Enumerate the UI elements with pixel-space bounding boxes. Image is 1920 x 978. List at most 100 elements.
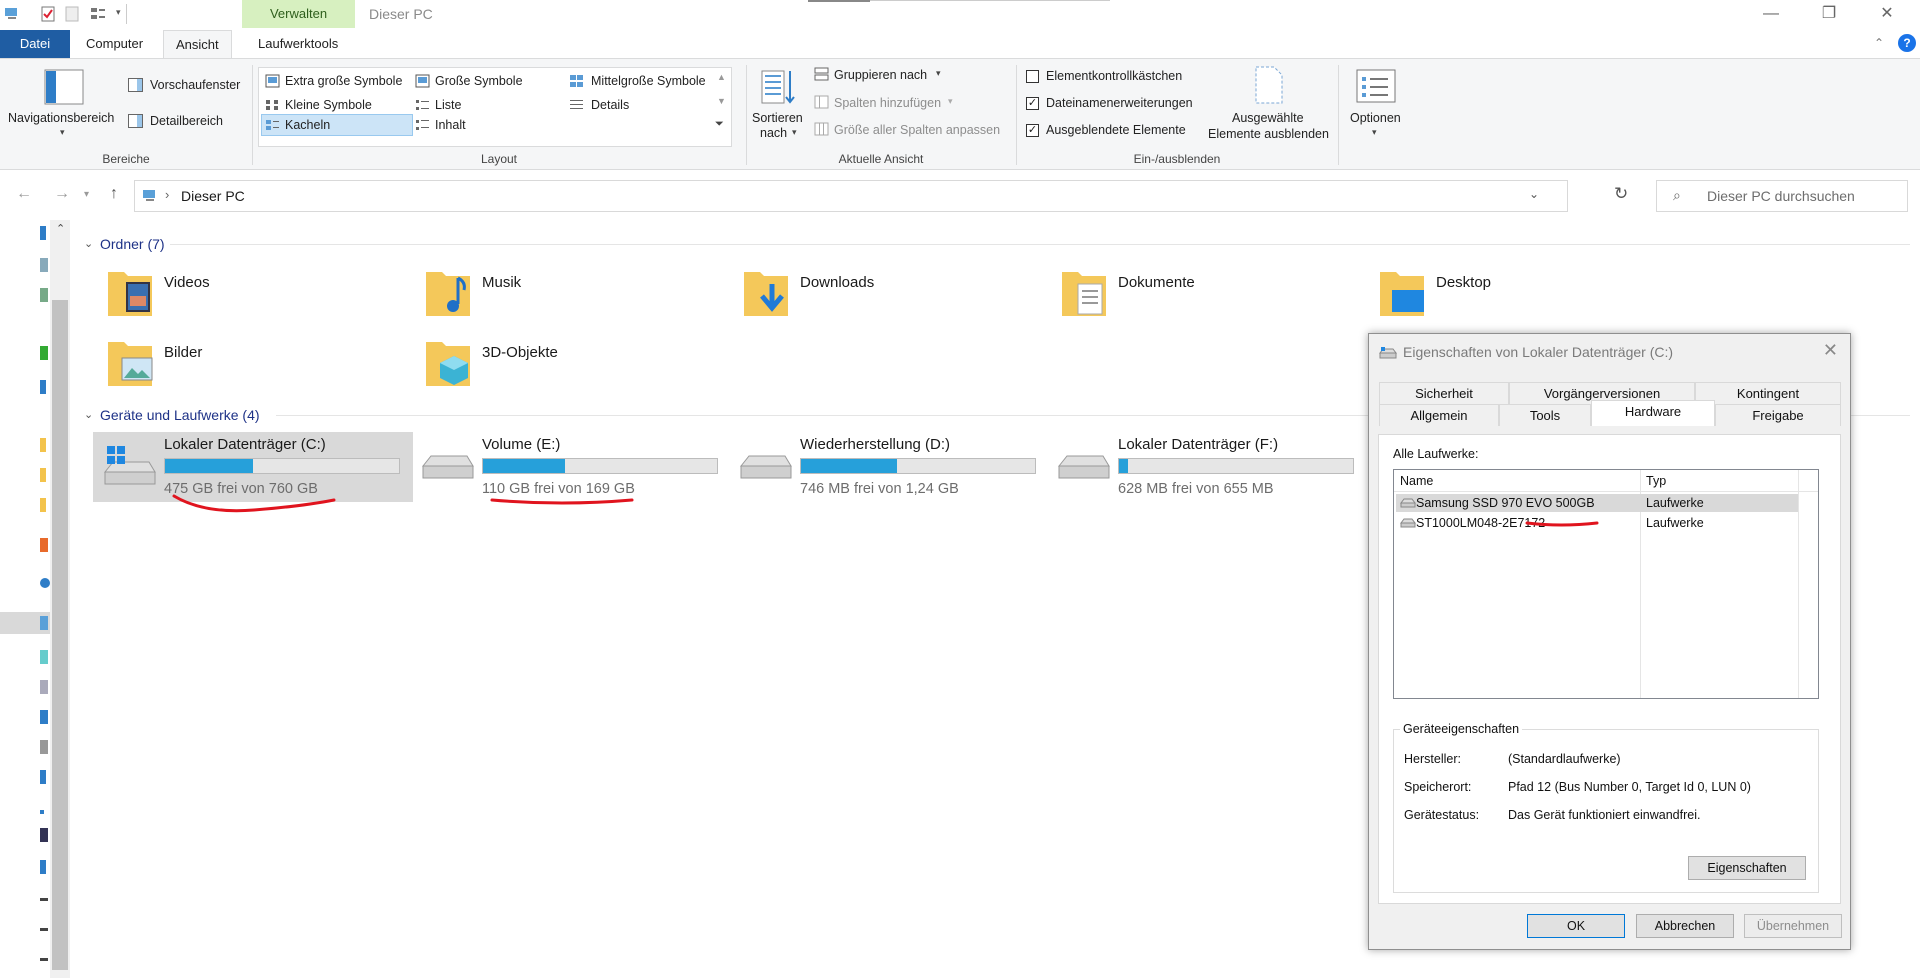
hide-selected-icon[interactable] <box>1254 65 1284 105</box>
forward-icon[interactable]: → <box>54 185 70 203</box>
folder-pin-icon[interactable] <box>40 258 48 272</box>
dialog-close-icon[interactable]: ✕ <box>1823 340 1838 361</box>
drive-tile-d[interactable]: Wiederherstellung (D:) 746 MB frei von 1… <box>729 432 1049 502</box>
minimize-button[interactable]: — <box>1748 0 1794 30</box>
layout-item[interactable]: Kleine Symbole <box>285 98 372 112</box>
cancel-button[interactable]: Abbrechen <box>1636 914 1734 938</box>
windows-icon[interactable] <box>40 380 46 394</box>
tree-icon[interactable] <box>40 346 48 360</box>
drive-icon[interactable] <box>40 958 48 961</box>
breadcrumb[interactable]: Dieser PC <box>181 188 245 204</box>
hide-selected-button-line2[interactable]: Elemente ausblenden <box>1208 127 1329 141</box>
expand-gallery-icon[interactable]: ⏷ <box>715 118 724 131</box>
drive-tile-e[interactable]: Volume (E:) 110 GB frei von 169 GB <box>411 432 731 502</box>
up-icon[interactable]: ↑ <box>110 185 118 203</box>
refresh-icon[interactable]: ↻ <box>1614 184 1628 204</box>
close-button[interactable]: ✕ <box>1864 0 1910 30</box>
desktop-icon[interactable] <box>40 710 48 724</box>
qat-view-icon[interactable] <box>90 6 106 22</box>
tab-drive-tools[interactable]: Laufwerktools <box>246 30 350 58</box>
collapse-chevron-icon[interactable]: ⌄ <box>84 237 93 250</box>
videos-icon[interactable] <box>40 828 48 842</box>
navigation-pane-button[interactable]: Navigationsbereich <box>8 111 114 125</box>
music-icon[interactable] <box>40 810 44 814</box>
layout-item[interactable]: Liste <box>435 98 461 112</box>
help-icon[interactable]: ? <box>1898 34 1916 52</box>
tab-computer[interactable]: Computer <box>74 30 155 58</box>
list-row-selected[interactable]: Samsung SSD 970 EVO 500GB Laufwerke <box>1396 494 1798 512</box>
extensions-checkbox[interactable]: ✓ <box>1026 97 1039 110</box>
navigation-pane-icon[interactable] <box>44 69 84 105</box>
3d-objects-icon[interactable] <box>40 650 48 664</box>
restore-button[interactable]: ❐ <box>1806 0 1852 30</box>
address-dropdown-icon[interactable]: ⌄ <box>1529 187 1539 201</box>
column-header-type[interactable]: Typ <box>1646 474 1666 488</box>
hidden-items-checkbox[interactable]: ✓ <box>1026 124 1039 137</box>
scroll-up-icon[interactable]: ⌃ <box>56 222 65 235</box>
pictures-icon[interactable] <box>40 680 48 694</box>
breadcrumb-chevron-icon[interactable]: › <box>165 187 169 202</box>
ok-button[interactable]: OK <box>1527 914 1625 938</box>
tab-tools[interactable]: Tools <box>1499 404 1591 426</box>
new-folder-icon[interactable] <box>64 6 80 22</box>
tab-general[interactable]: Allgemein <box>1379 404 1499 426</box>
chevron-down-icon[interactable]: ▾ <box>60 127 65 138</box>
collapse-ribbon-icon[interactable]: ⌃ <box>1874 36 1884 50</box>
drive-tile-f[interactable]: Lokaler Datenträger (F:) 628 MB frei von… <box>1047 432 1367 502</box>
details-pane-button[interactable]: Detailbereich <box>150 114 223 128</box>
drive-c-icon[interactable] <box>40 860 46 874</box>
recent-locations-icon[interactable]: ▾ <box>84 189 89 200</box>
drives-section-header[interactable]: Geräte und Laufwerke (4) <box>100 407 260 423</box>
hidden-items-label[interactable]: Ausgeblendete Elemente <box>1046 123 1186 137</box>
folder-pin-icon[interactable] <box>40 288 48 302</box>
quick-access-icon[interactable] <box>40 226 46 240</box>
apply-button[interactable]: Übernehmen <box>1744 914 1842 938</box>
layout-item[interactable]: Inhalt <box>435 118 466 132</box>
drives-list[interactable]: Name Typ Samsung SSD 970 EVO 500GB Laufw… <box>1393 469 1819 699</box>
layout-item[interactable]: Extra große Symbole <box>285 74 402 88</box>
layout-item[interactable]: Große Symbole <box>435 74 523 88</box>
extensions-label[interactable]: Dateinamenerweiterungen <box>1046 96 1193 110</box>
qat-dropdown-icon[interactable]: ▾ <box>116 7 121 18</box>
group-by-button[interactable]: Gruppieren nach <box>834 68 927 82</box>
folder-icon[interactable] <box>40 468 46 482</box>
layout-item[interactable]: Details <box>591 98 629 112</box>
column-header-name[interactable]: Name <box>1400 474 1433 488</box>
add-columns-button[interactable]: Spalten hinzufügen <box>834 96 941 110</box>
scroll-up-icon[interactable]: ▲ <box>717 72 726 82</box>
search-box[interactable]: ⌕ Dieser PC durchsuchen <box>1656 180 1908 212</box>
scroll-down-icon[interactable]: ▼ <box>717 96 726 106</box>
tab-view[interactable]: Ansicht <box>163 30 232 58</box>
preview-pane-button[interactable]: Vorschaufenster <box>150 78 240 92</box>
layout-item-selected[interactable]: Kacheln <box>285 118 330 132</box>
tab-sharing[interactable]: Freigabe <box>1715 404 1841 426</box>
properties-icon[interactable] <box>40 6 56 22</box>
sort-by-button-line2[interactable]: nach <box>760 126 787 140</box>
options-button[interactable]: Optionen <box>1350 111 1401 125</box>
nav-scroll-thumb[interactable] <box>52 300 68 970</box>
drive-icon[interactable] <box>40 928 48 931</box>
sort-by-button[interactable]: Sortieren <box>752 111 803 125</box>
address-bar[interactable]: › Dieser PC ⌄ <box>134 180 1568 212</box>
folder-icon[interactable] <box>40 498 46 512</box>
drive-icon[interactable] <box>40 898 48 901</box>
tab-security[interactable]: Sicherheit <box>1379 382 1509 404</box>
collapse-chevron-icon[interactable]: ⌄ <box>84 408 93 421</box>
back-icon[interactable]: ← <box>16 185 32 203</box>
options-icon[interactable] <box>1356 69 1396 103</box>
device-properties-button[interactable]: Eigenschaften <box>1688 856 1806 880</box>
sort-by-icon[interactable] <box>760 67 796 107</box>
hide-selected-button[interactable]: Ausgewählte <box>1232 111 1304 125</box>
item-checkboxes-label[interactable]: Elementkontrollkästchen <box>1046 69 1182 83</box>
tab-quota[interactable]: Kontingent <box>1695 382 1841 404</box>
folder-icon[interactable] <box>40 438 46 452</box>
downloads-icon[interactable] <box>40 770 46 784</box>
folders-section-header[interactable]: Ordner (7) <box>100 236 165 252</box>
documents-icon[interactable] <box>40 740 48 754</box>
item-checkboxes-checkbox[interactable] <box>1026 70 1039 83</box>
tab-file[interactable]: Datei <box>0 30 70 58</box>
layout-item[interactable]: Mittelgroße Symbole <box>591 74 706 88</box>
onedrive-icon[interactable] <box>40 578 50 588</box>
network-folder-icon[interactable] <box>40 538 48 552</box>
fit-columns-button[interactable]: Größe aller Spalten anpassen <box>834 123 1000 137</box>
